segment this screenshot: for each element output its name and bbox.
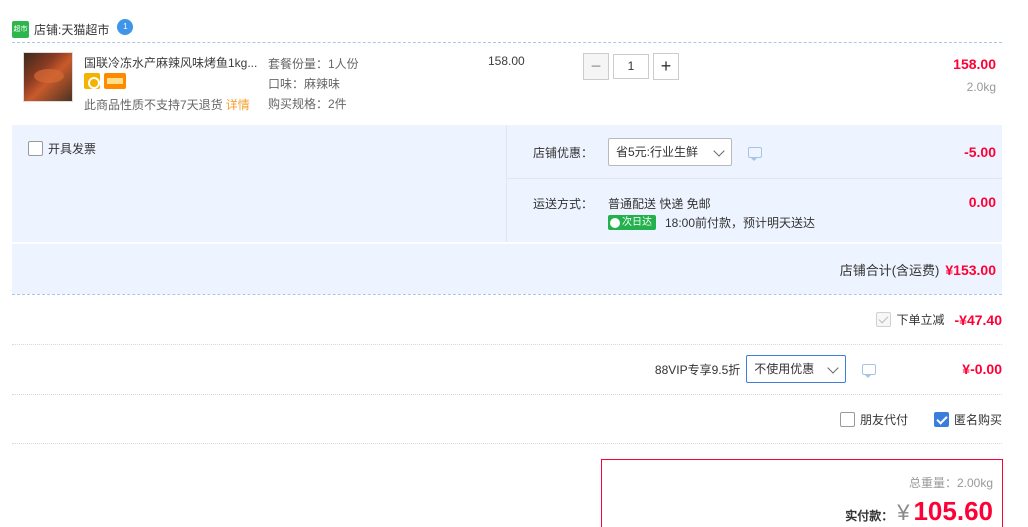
message-icon[interactable] [862, 363, 877, 378]
shop-discount-value: 省5元:行业生鲜 [616, 145, 699, 159]
shop-total-value: ¥153.00 [945, 262, 996, 278]
actual-payment-label: 实付款： [845, 509, 894, 523]
divider [12, 294, 1002, 295]
next-day-label: 次日达 [622, 217, 652, 228]
divider [12, 394, 1002, 395]
next-day-badge: 次日达 [608, 215, 656, 230]
shop-total: 店铺合计(含运费) ¥153.00 [840, 260, 996, 279]
actual-payment-value: 105.60 [913, 496, 993, 526]
chevron-down-icon [713, 145, 725, 157]
shop-label: 店铺: [34, 22, 62, 37]
divider [12, 42, 1002, 43]
vip-discount-amount: ¥-0.00 [962, 361, 1002, 377]
return-policy-text: 此商品性质不支持7天退货 [84, 98, 223, 112]
attr-portion: 套餐份量：1人份 [268, 57, 359, 71]
shop-total-label: 店铺合计(含运费) [839, 263, 940, 278]
attr-flavor: 口味：麻辣味 [268, 77, 341, 91]
chat-icon[interactable]: 1 [117, 19, 134, 35]
instant-discount-value: -¥47.40 [954, 311, 1002, 328]
unit-price: 158.00 [488, 54, 525, 68]
shipping-method: 普通配送 快递 免邮 [608, 197, 711, 211]
order-summary: 总重量：2.00kg 实付款： ¥ 105.60 [601, 459, 1003, 527]
payment-options-row: 朋友代付 匿名购买 [839, 411, 1002, 428]
shop-name-link[interactable]: 天猫超市 [61, 21, 109, 38]
vip-discount-row: 88VIP专享9.5折 不使用优惠 ¥-0.00 [655, 355, 1002, 383]
currency-symbol: ¥ [897, 500, 910, 525]
card-payment-icon[interactable] [104, 73, 126, 89]
quantity-increase-button[interactable]: + [653, 53, 679, 80]
invoice-label: 开具发票 [48, 142, 97, 156]
friend-pay-label: 朋友代付 [859, 413, 908, 427]
total-weight: 总重量：2.00kg [908, 476, 993, 490]
shop-total-bar: 店铺合计(含运费) ¥153.00 [12, 244, 1002, 294]
chevron-down-icon [827, 362, 839, 374]
next-day-icon [610, 217, 620, 228]
order-options-panel: 开具发票 店铺优惠： 省5元:行业生鲜 -5.00 运送方式： 普通配送 快递 … [12, 125, 1002, 242]
vip-discount-value: 不使用优惠 [754, 362, 815, 376]
divider [506, 178, 1002, 179]
vip-discount-select[interactable]: 不使用优惠 [746, 355, 847, 383]
instant-discount-checkbox [875, 312, 891, 327]
vip-discount-label: 88VIP专享9.5折 [654, 362, 741, 377]
shop-header: 超市 店铺: 天猫超市 1 [12, 18, 134, 40]
shop-discount-select[interactable]: 省5元:行业生鲜 [608, 138, 732, 166]
instant-discount-row: 下单立减 -¥47.40 [875, 311, 1002, 328]
message-icon[interactable] [748, 147, 762, 161]
divider [506, 125, 507, 242]
service-badges [84, 73, 126, 89]
return-policy-detail-link[interactable]: 详情 [226, 98, 250, 112]
divider [12, 344, 1002, 345]
divider [12, 443, 1002, 444]
product-title-link[interactable]: 国联冷冻水产麻辣风味烤鱼1kg... [84, 54, 257, 71]
product-attributes: 套餐份量：1人份 口味：麻辣味 购买规格：2件 [268, 54, 359, 114]
item-subtotal: 158.00 [953, 56, 996, 72]
instant-discount-label: 下单立减 [896, 313, 945, 327]
shop-discount-amount: -5.00 [964, 144, 996, 160]
tmall-supermarket-icon: 超市 [12, 20, 29, 38]
shipping-label: 运送方式： [533, 197, 594, 211]
guarantee-icon[interactable] [84, 73, 100, 89]
product-thumbnail[interactable] [23, 52, 73, 102]
shipping-amount: 0.00 [968, 194, 996, 210]
shop-discount-label: 店铺优惠： [533, 146, 594, 160]
quantity-stepper: − 1 + [583, 53, 679, 80]
quantity-input[interactable]: 1 [613, 54, 649, 79]
item-weight: 2.0kg [966, 80, 996, 94]
shipping-eta: 18:00前付款，预计明天送达 [665, 216, 816, 230]
cart-item: 国联冷冻水产麻辣风味烤鱼1kg... 此商品性质不支持7天退货 详情 套餐份量：1… [12, 44, 1002, 124]
invoice-option[interactable]: 开具发票 [28, 140, 96, 157]
friend-pay-checkbox[interactable] [839, 412, 855, 427]
quantity-decrease-button[interactable]: − [583, 53, 609, 80]
anonymous-label: 匿名购买 [953, 413, 1002, 427]
invoice-checkbox[interactable] [28, 141, 43, 156]
anonymous-checkbox[interactable] [933, 412, 949, 427]
attr-spec: 购买规格：2件 [268, 97, 347, 111]
actual-payment: 实付款： ¥ 105.60 [845, 496, 993, 527]
return-policy-note: 此商品性质不支持7天退货 详情 [84, 96, 250, 113]
